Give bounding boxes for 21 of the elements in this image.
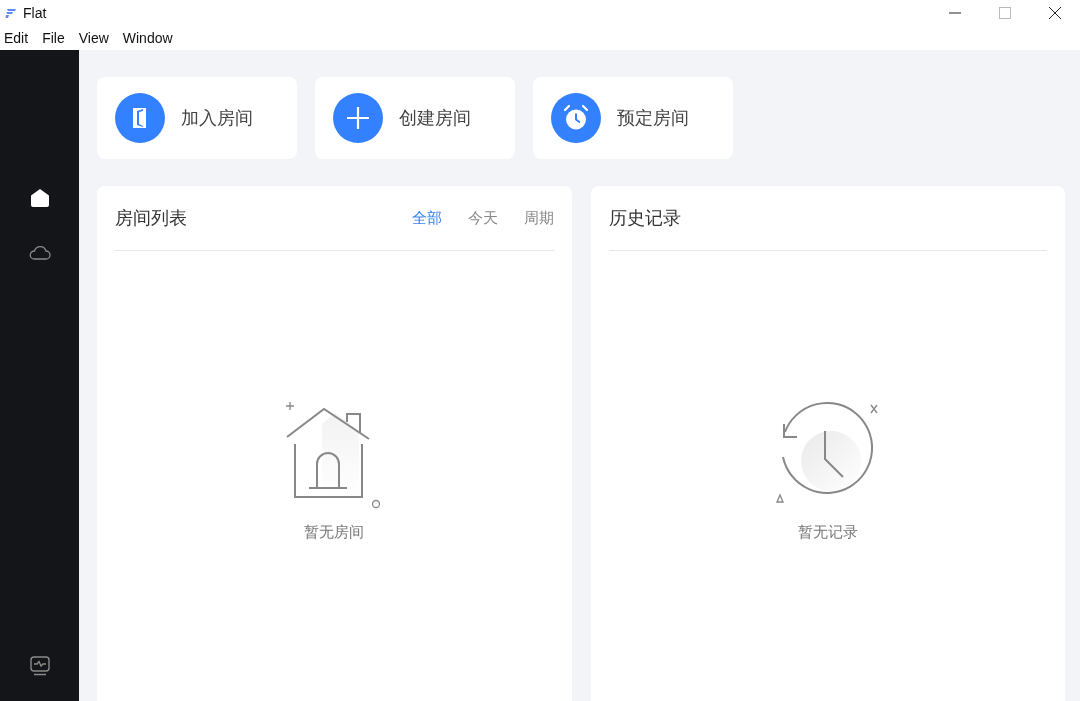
filter-tab[interactable]: 今天 <box>467 208 498 228</box>
alarm-clock-icon <box>551 93 601 143</box>
empty-message: 暂无记录 <box>797 523 858 542</box>
panel-title: 历史记录 <box>608 206 681 230</box>
action-card[interactable]: 创建房间 <box>315 77 515 159</box>
window-title: Flat <box>23 5 47 21</box>
action-card[interactable]: 预定房间 <box>533 77 733 159</box>
menu-item[interactable]: Edit <box>0 30 33 46</box>
action-card[interactable]: 加入房间 <box>97 77 297 159</box>
door-icon <box>115 93 165 143</box>
panel-title: 房间列表 <box>115 206 187 230</box>
filter-tab[interactable]: 周期 <box>523 208 554 228</box>
menu-item[interactable]: Window <box>118 30 177 46</box>
menu-item[interactable]: View <box>74 30 113 46</box>
monitor-icon[interactable] <box>28 655 51 677</box>
close-icon[interactable] <box>1048 6 1062 20</box>
empty-message: 暂无房间 <box>304 523 365 542</box>
plus-icon <box>333 93 383 143</box>
menu-item[interactable]: File <box>38 30 69 46</box>
filter-tab[interactable]: 全部 <box>411 208 442 228</box>
app-logo-icon <box>5 7 17 19</box>
